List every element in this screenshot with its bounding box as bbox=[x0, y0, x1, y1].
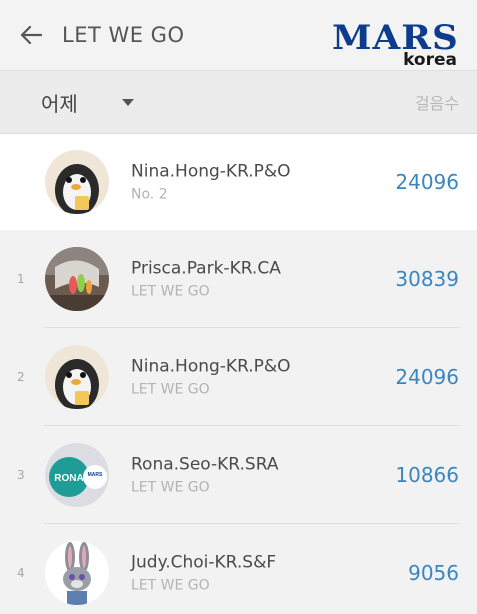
team-name: LET WE GO bbox=[131, 283, 210, 300]
step-count: 24096 bbox=[395, 365, 459, 389]
user-name: Nina.Hong-KR.P&O bbox=[131, 161, 291, 182]
rona-badge-text: RONA bbox=[54, 473, 83, 484]
user-name: Prisca.Park-KR.CA bbox=[131, 258, 281, 279]
app-header: LET WE GO MARS korea bbox=[0, 0, 477, 70]
rank-number: 2 bbox=[17, 370, 25, 384]
leaderboard-row[interactable]: 2 Nina.Hong-KR.P&O LET WE GO 24096 bbox=[0, 328, 477, 426]
page-title: LET WE GO bbox=[62, 23, 185, 47]
leaderboard-row[interactable]: 3 RONA MARS Rona.Seo-KR.SRA LET WE GO 10… bbox=[0, 426, 477, 524]
my-entry-info: Nina.Hong-KR.P&O No. 2 bbox=[131, 162, 291, 203]
penguin-avatar bbox=[45, 345, 109, 409]
steps-column-label: 걸음수 bbox=[414, 94, 459, 113]
entry-info: Rona.Seo-KR.SRA LET WE GO bbox=[131, 455, 278, 496]
chevron-down-icon bbox=[121, 98, 134, 106]
period-label: 어제 bbox=[41, 91, 78, 116]
entry-info: Nina.Hong-KR.P&O LET WE GO bbox=[131, 357, 291, 398]
period-dropdown[interactable]: 어제 bbox=[41, 88, 134, 117]
rank-number: 3 bbox=[17, 468, 25, 482]
back-arrow-icon[interactable] bbox=[16, 20, 46, 50]
team-name: LET WE GO bbox=[131, 479, 210, 496]
mars-pin-text: MARS bbox=[88, 472, 103, 478]
penguin-avatar bbox=[45, 150, 109, 214]
rank-number: 4 bbox=[17, 566, 25, 580]
bunny-avatar bbox=[45, 541, 109, 605]
step-count: 10866 bbox=[395, 463, 459, 487]
user-name: Judy.Choi-KR.S&F bbox=[131, 552, 277, 573]
user-name: Rona.Seo-KR.SRA bbox=[131, 454, 279, 475]
filter-bar: 어제 걸음수 bbox=[0, 70, 477, 134]
my-rank-text: No. 2 bbox=[131, 186, 168, 203]
logo-region-text: korea bbox=[403, 50, 457, 70]
leaderboard-row[interactable]: 4 Judy.Choi-KR.S&F LET WE GO 9056 bbox=[0, 524, 477, 614]
rona-badge-avatar: RONA MARS bbox=[45, 443, 109, 507]
my-ranking-row[interactable]: Nina.Hong-KR.P&O No. 2 24096 bbox=[0, 134, 477, 230]
step-count: 9056 bbox=[408, 561, 459, 585]
entry-info: Prisca.Park-KR.CA LET WE GO bbox=[131, 259, 281, 300]
flower-photo-avatar bbox=[45, 247, 109, 311]
step-count: 30839 bbox=[395, 267, 459, 291]
team-name: LET WE GO bbox=[131, 381, 210, 398]
leaderboard-row[interactable]: 1 Prisca.Park-KR.CA LET WE GO 30839 bbox=[0, 230, 477, 328]
entry-info: Judy.Choi-KR.S&F LET WE GO bbox=[131, 553, 276, 594]
mars-korea-logo: MARS korea bbox=[317, 21, 459, 70]
user-name: Nina.Hong-KR.P&O bbox=[131, 356, 291, 377]
step-count: 24096 bbox=[395, 170, 459, 194]
team-name: LET WE GO bbox=[131, 577, 210, 594]
rank-number: 1 bbox=[17, 272, 25, 286]
